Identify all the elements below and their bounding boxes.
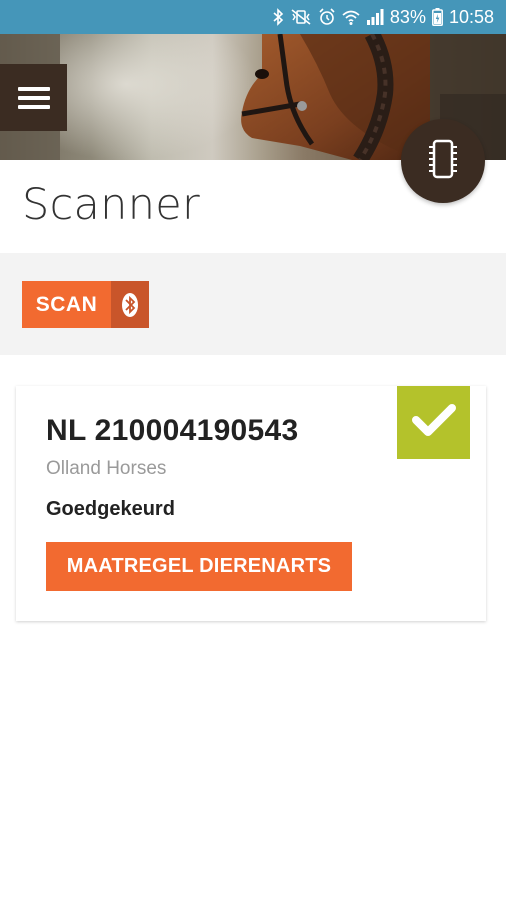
microchip-button[interactable]: [401, 119, 485, 203]
vibrate-mute-icon: [290, 8, 312, 26]
scan-section: SCAN: [0, 253, 506, 355]
bluetooth-icon: [111, 281, 149, 328]
bluetooth-icon: [272, 8, 284, 26]
check-icon: [411, 402, 456, 443]
battery-percent: 83%: [389, 6, 426, 27]
status-text: Goedgekeurd: [46, 498, 175, 520]
horse-id: NL 210004190543: [46, 414, 299, 447]
alarm-icon: [318, 8, 336, 26]
scan-button-label: SCAN: [22, 281, 111, 328]
wifi-icon: [342, 8, 360, 26]
page-title: Scanner: [22, 180, 201, 230]
clock: 10:58: [448, 6, 494, 27]
owner-name: Olland Horses: [46, 458, 167, 479]
scan-button[interactable]: SCAN: [22, 281, 149, 328]
signal-icon: [366, 8, 384, 26]
approved-badge: [397, 386, 470, 459]
result-card[interactable]: NL 210004190543 Olland Horses Goedgekeur…: [16, 386, 486, 621]
vet-measure-button[interactable]: MAATREGEL DIERENARTS: [46, 542, 352, 591]
hamburger-menu-icon: [17, 86, 50, 109]
status-bar: 83% 10:58: [0, 0, 506, 34]
battery-icon: [432, 8, 443, 26]
menu-button[interactable]: [0, 64, 67, 131]
microchip-icon: [428, 137, 458, 186]
